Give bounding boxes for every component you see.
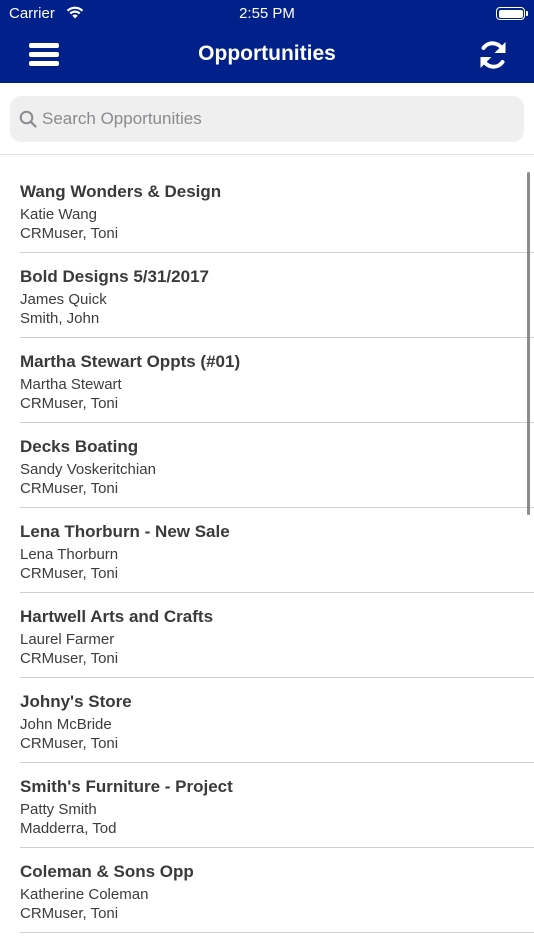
opportunity-owner: CRMuser, Toni bbox=[20, 650, 119, 667]
list-item[interactable]: Coleman & Sons Opp Katherine Coleman CRM… bbox=[20, 848, 534, 933]
page-title: Opportunities bbox=[198, 42, 336, 65]
opportunity-contact: John McBride bbox=[20, 716, 112, 733]
scrollbar[interactable] bbox=[527, 172, 530, 515]
opportunity-owner: CRMuser, Toni bbox=[20, 905, 119, 922]
status-bar: Carrier 2:55 PM bbox=[0, 0, 534, 28]
nav-bar: Opportunities bbox=[0, 28, 534, 83]
list-item[interactable]: Johny's Store John McBride CRMuser, Toni bbox=[20, 678, 534, 763]
opportunity-list[interactable]: Wang Wonders & Design Katie Wang CRMuser… bbox=[0, 156, 534, 950]
opportunity-contact: Lena Thorburn bbox=[20, 546, 119, 563]
list-item[interactable]: Hartwell Arts and Crafts Laurel Farmer C… bbox=[20, 593, 534, 678]
list-item[interactable]: Smith's Furniture - Project Patty Smith … bbox=[20, 763, 534, 848]
opportunity-owner: CRMuser, Toni bbox=[20, 480, 119, 497]
battery-icon bbox=[496, 7, 528, 20]
opportunity-title: Coleman & Sons Opp bbox=[20, 862, 194, 881]
opportunity-contact: Patty Smith bbox=[20, 801, 97, 818]
opportunity-title: Martha Stewart Oppts (#01) bbox=[20, 352, 241, 371]
opportunity-title: Wang Wonders & Design bbox=[20, 182, 222, 201]
search-area bbox=[0, 83, 534, 155]
search-box[interactable] bbox=[10, 96, 524, 142]
opportunity-title: Bold Designs 5/31/2017 bbox=[20, 267, 209, 286]
list-item[interactable]: Lena Thorburn - New Sale Lena Thorburn C… bbox=[20, 508, 534, 593]
opportunity-owner: CRMuser, Toni bbox=[20, 565, 119, 582]
opportunity-title: Smith's Furniture - Project bbox=[20, 777, 233, 796]
opportunity-contact: Katie Wang bbox=[20, 206, 97, 223]
opportunity-owner: CRMuser, Toni bbox=[20, 395, 119, 412]
app-header: Carrier 2:55 PM Opportunities bbox=[0, 0, 534, 83]
opportunity-title: Decks Boating bbox=[20, 437, 139, 456]
opportunity-owner: CRMuser, Toni bbox=[20, 735, 119, 752]
list-item[interactable]: Bold Designs 5/31/2017 James Quick Smith… bbox=[20, 253, 534, 338]
opportunity-contact: Sandy Voskeritchian bbox=[20, 461, 156, 478]
clock: 2:55 PM bbox=[239, 5, 295, 22]
opportunity-owner: Madderra, Tod bbox=[20, 820, 117, 837]
opportunity-contact: James Quick bbox=[20, 291, 107, 308]
opportunity-owner: Smith, John bbox=[20, 310, 100, 327]
opportunity-title: Johny's Store bbox=[20, 692, 132, 711]
opportunity-title: Hartwell Arts and Crafts bbox=[20, 607, 214, 626]
list-item[interactable]: Decks Boating Sandy Voskeritchian CRMuse… bbox=[20, 423, 534, 508]
refresh-icon[interactable] bbox=[476, 38, 510, 72]
list-item[interactable]: Martha Stewart Oppts (#01) Martha Stewar… bbox=[20, 338, 534, 423]
search-input[interactable] bbox=[42, 96, 512, 142]
opportunity-contact: Katherine Coleman bbox=[20, 886, 149, 903]
opportunity-contact: Martha Stewart bbox=[20, 376, 122, 393]
search-icon bbox=[19, 110, 37, 128]
opportunity-title: Lena Thorburn - New Sale bbox=[20, 522, 230, 541]
opportunity-owner: CRMuser, Toni bbox=[20, 225, 119, 242]
list-item[interactable]: Wang Wonders & Design Katie Wang CRMuser… bbox=[20, 168, 534, 253]
opportunity-contact: Laurel Farmer bbox=[20, 631, 115, 648]
